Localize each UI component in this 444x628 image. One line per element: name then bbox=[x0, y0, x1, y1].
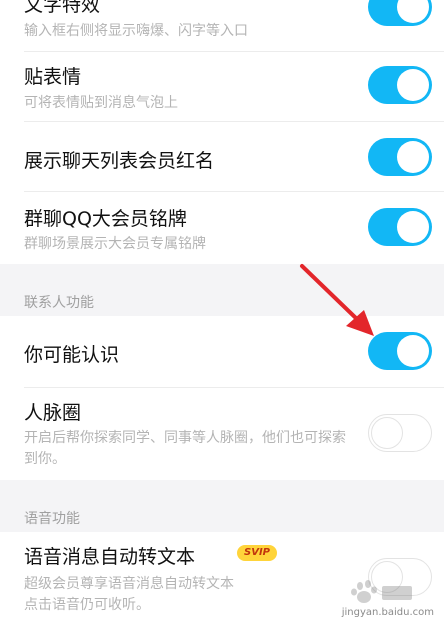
setting-title-sticker: 贴表情 bbox=[24, 66, 82, 88]
toggle-sticker[interactable] bbox=[368, 66, 432, 104]
toggle-knob bbox=[397, 211, 429, 243]
toggle-vip-red-name[interactable] bbox=[368, 138, 432, 176]
section-label-voice: 语音功能 bbox=[24, 511, 80, 527]
setting-title-may-know: 你可能认识 bbox=[24, 344, 120, 366]
setting-title-vip-red-name: 展示聊天列表会员红名 bbox=[24, 150, 215, 172]
toggle-knob bbox=[397, 69, 429, 101]
watermark-text: jingyan.baidu.com bbox=[341, 607, 434, 618]
setting-subtitle-voice-to-text-line1: 超级会员尊享语音消息自动转文本 bbox=[24, 576, 234, 592]
svip-badge: SVIP bbox=[237, 545, 277, 561]
setting-row-group-qq-badge[interactable]: 群聊QQ大会员铭牌 群聊场景展示大会员专属铭牌 bbox=[0, 192, 444, 264]
setting-row-vip-red-name[interactable]: 展示聊天列表会员红名 bbox=[0, 122, 444, 192]
toggle-knob bbox=[397, 0, 429, 23]
toggle-group-qq-badge[interactable] bbox=[368, 208, 432, 246]
setting-row-sticker[interactable]: 贴表情 可将表情贴到消息气泡上 bbox=[0, 52, 444, 122]
section-label-contacts: 联系人功能 bbox=[24, 295, 94, 311]
setting-row-network-circle[interactable]: 人脉圈 开启后帮你探索同学、同事等人脉圈，他们也可探索到你。 bbox=[0, 388, 444, 480]
setting-title-network-circle: 人脉圈 bbox=[24, 402, 82, 424]
setting-subtitle-sticker: 可将表情贴到消息气泡上 bbox=[24, 95, 178, 111]
setting-subtitle-network-circle: 开启后帮你探索同学、同事等人脉圈，他们也可探索到你。 bbox=[24, 430, 346, 467]
section-header-contacts: 联系人功能 bbox=[0, 264, 444, 316]
setting-title-text-effects: 文字特效 bbox=[24, 0, 101, 16]
toggle-network-circle[interactable] bbox=[368, 414, 432, 452]
toggle-knob bbox=[397, 141, 429, 173]
setting-subtitle-group-qq-badge: 群聊场景展示大会员专属铭牌 bbox=[24, 236, 206, 252]
toggle-may-know[interactable] bbox=[368, 332, 432, 370]
setting-title-group-qq-badge: 群聊QQ大会员铭牌 bbox=[24, 208, 187, 230]
setting-title-voice-to-text: 语音消息自动转文本 bbox=[24, 546, 196, 568]
toggle-knob bbox=[397, 335, 429, 367]
setting-row-may-know[interactable]: 你可能认识 bbox=[0, 316, 444, 388]
watermark: jingyan.baidu.com bbox=[314, 578, 434, 618]
settings-screen: 文字特效 输入框右侧将显示嗨爆、闪字等入口 贴表情 可将表情贴到消息气泡上 展示… bbox=[0, 0, 444, 628]
toggle-knob bbox=[371, 416, 403, 449]
section-header-voice: 语音功能 bbox=[0, 480, 444, 532]
toggle-text-effects[interactable] bbox=[368, 0, 432, 26]
baidu-paw-logo-icon bbox=[351, 580, 412, 603]
setting-row-text-effects[interactable]: 文字特效 输入框右侧将显示嗨爆、闪字等入口 bbox=[0, 0, 444, 52]
setting-subtitle-text-effects: 输入框右侧将显示嗨爆、闪字等入口 bbox=[24, 23, 248, 39]
setting-subtitle-voice-to-text-line2: 点击语音仍可收听。 bbox=[24, 597, 150, 613]
